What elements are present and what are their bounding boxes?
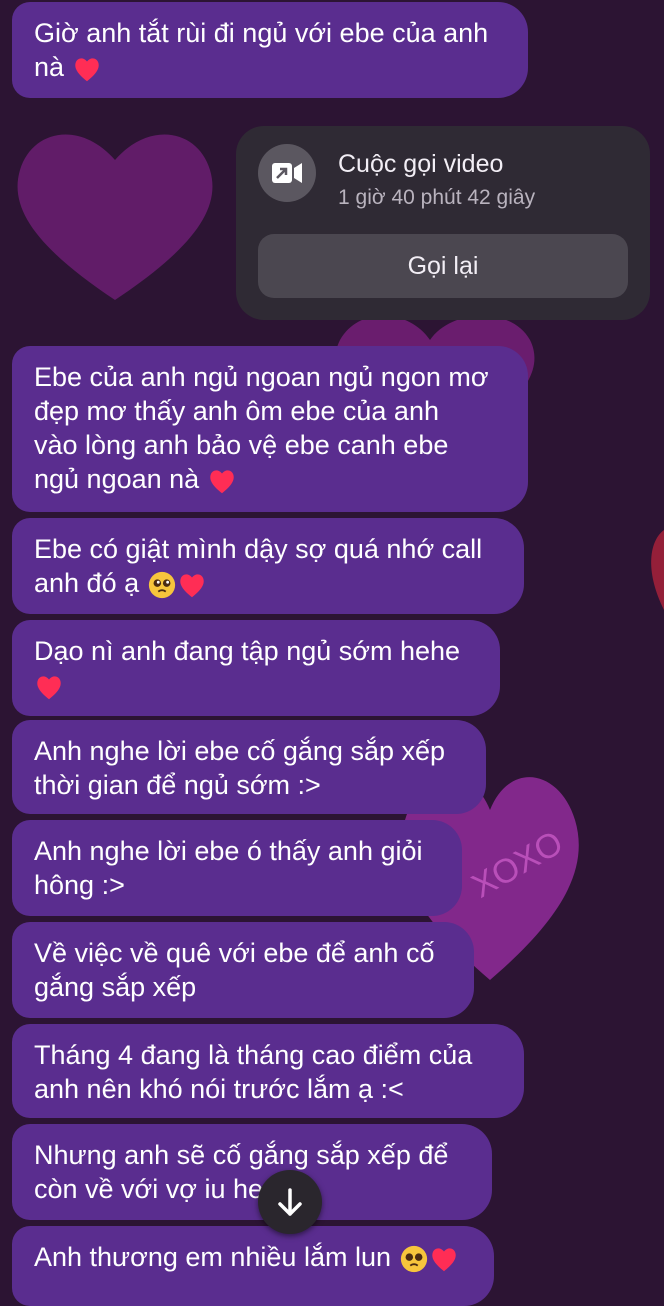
red-heart-icon — [74, 58, 99, 82]
pleading-face-icon — [400, 1245, 427, 1272]
message-text: Về việc về quê với ebe để anh cố gắng sắ… — [34, 938, 435, 1002]
message-text: Anh nghe lời ebe cố gắng sắp xếp thời gi… — [34, 736, 446, 800]
message-text: Anh nghe lời ebe ó thấy anh giỏi hông :> — [34, 836, 423, 900]
message-text: Giờ anh tắt rùi đi ngủ với ebe của anh n… — [34, 18, 489, 82]
red-heart-icon — [209, 470, 234, 494]
message-bubble[interactable]: Anh nghe lời ebe cố gắng sắp xếp thời gi… — [12, 720, 486, 814]
message-bubble[interactable]: Giờ anh tắt rùi đi ngủ với ebe của anh n… — [12, 2, 528, 98]
red-heart-icon — [179, 574, 204, 598]
scroll-to-bottom-button[interactable] — [258, 1170, 322, 1234]
message-bubble[interactable]: Nhưng anh sẽ cố gắng sắp xếp để còn về v… — [12, 1124, 492, 1220]
message-bubble[interactable]: Anh nghe lời ebe ó thấy anh giỏi hông :> — [12, 820, 462, 916]
red-heart-icon — [431, 1248, 456, 1272]
message-text: Dạo nì anh đang tập ngủ sớm hehe — [34, 636, 461, 666]
message-text: Ebe có giật mình dậy sợ quá nhớ call anh… — [34, 534, 483, 598]
call-title: Cuộc gọi video — [338, 150, 504, 178]
message-bubble[interactable]: Ebe của anh ngủ ngoan ngủ ngon mơ đẹp mơ… — [12, 346, 528, 512]
message-text: Nhưng anh sẽ cố gắng sắp xếp để còn về v… — [34, 1140, 449, 1204]
call-back-button[interactable]: Gọi lại — [258, 234, 628, 298]
message-bubble[interactable]: Tháng 4 đang là tháng cao điểm của anh n… — [12, 1024, 524, 1118]
red-heart-icon — [37, 676, 61, 700]
background-heart-decoration — [17, 134, 213, 300]
message-text: Anh thương em nhiều lắm lun — [34, 1242, 391, 1272]
message-text: Ebe của anh ngủ ngoan ngủ ngon mơ đẹp mơ… — [34, 362, 489, 494]
video-call-icon — [258, 144, 316, 202]
video-call-card: Cuộc gọi video 1 giờ 40 phút 42 giây Gọi… — [236, 126, 650, 320]
background-heart-decoration — [651, 530, 664, 610]
call-duration: 1 giờ 40 phút 42 giây — [338, 186, 536, 209]
message-bubble[interactable]: Về việc về quê với ebe để anh cố gắng sắ… — [12, 922, 474, 1018]
pleading-face-icon — [148, 571, 175, 598]
message-bubble[interactable]: Dạo nì anh đang tập ngủ sớm hehe — [12, 620, 500, 716]
message-bubble[interactable]: Ebe có giật mình dậy sợ quá nhớ call anh… — [12, 518, 524, 614]
message-text: Tháng 4 đang là tháng cao điểm của anh n… — [34, 1040, 473, 1104]
message-bubble[interactable]: Anh thương em nhiều lắm lun — [12, 1226, 494, 1306]
arrow-down-icon — [278, 1188, 302, 1216]
